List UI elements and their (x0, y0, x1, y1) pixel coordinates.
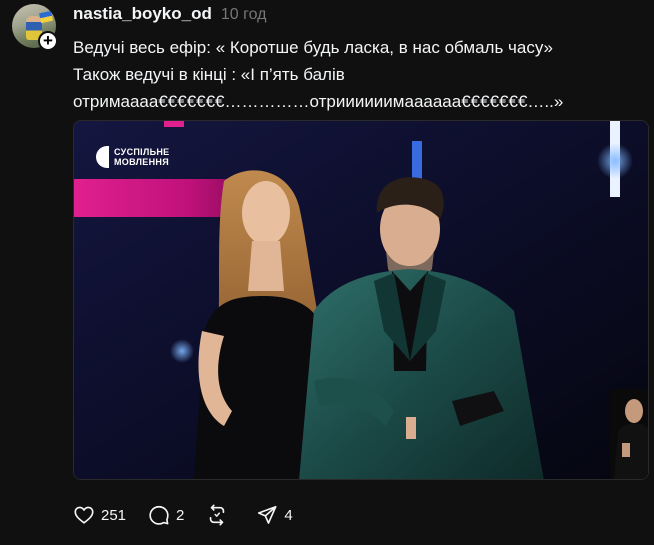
timestamp[interactable]: 10 год (221, 6, 267, 24)
threads-post: + nastia_boyko_od 10 год Ведучі весь ефі… (0, 0, 654, 545)
broadcaster-logo-line: МОВЛЕННЯ (114, 157, 169, 167)
post-header: nastia_boyko_od 10 год (73, 4, 266, 24)
avatar-flag (39, 10, 53, 24)
post-actions: 251 2 4 (73, 504, 315, 526)
repost-button[interactable] (206, 504, 234, 526)
comment-icon (149, 505, 169, 525)
post-text: Ведучі весь ефір: « Коротше будь ласка, … (73, 34, 643, 115)
post-image[interactable]: СУСПІЛЬНЕ МОВЛЕННЯ (73, 120, 649, 480)
send-icon (258, 505, 277, 524)
post-text-line: Ведучі весь ефір: « Коротше будь ласка, … (73, 38, 553, 57)
share-count: 4 (284, 506, 293, 524)
follow-button[interactable]: + (38, 31, 58, 51)
like-button[interactable]: 251 (73, 504, 126, 526)
post-text-line: отримаааа€€€€€€€……………отриииииимаааааа€€€… (73, 92, 564, 111)
broadcaster-logo-line: СУСПІЛЬНЕ (114, 147, 170, 157)
share-button[interactable]: 4 (256, 504, 293, 526)
heart-icon (74, 506, 94, 524)
reply-count: 2 (176, 506, 185, 524)
broadcaster-logo-mark (96, 146, 109, 168)
username[interactable]: nastia_boyko_od (73, 4, 212, 24)
repost-icon (210, 504, 225, 526)
post-text-line: Також ведучі в кінці : «І п’ять балів (73, 65, 345, 84)
broadcaster-logo-text: СУСПІЛЬНЕ МОВЛЕННЯ (114, 147, 169, 167)
tv-still-image (74, 121, 648, 479)
broadcaster-logo: СУСПІЛЬНЕ МОВЛЕННЯ (96, 146, 169, 168)
reply-button[interactable]: 2 (148, 504, 184, 526)
like-count: 251 (101, 506, 127, 524)
